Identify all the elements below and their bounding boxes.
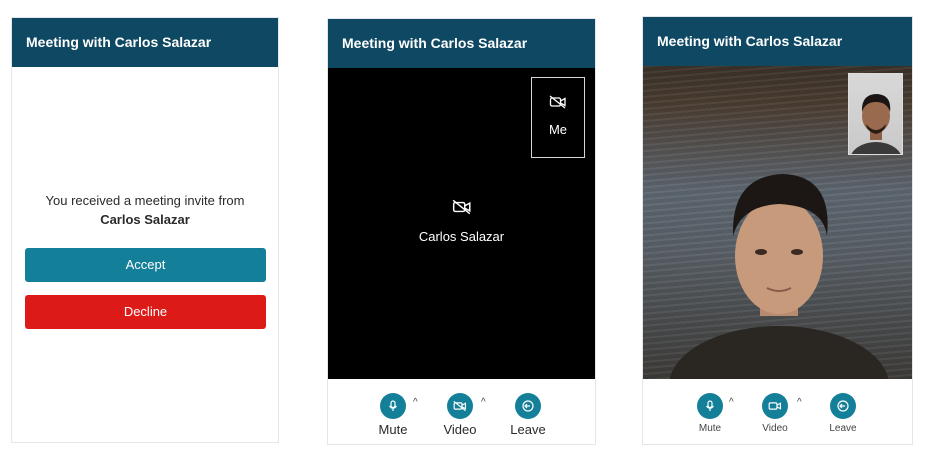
video-off-icon (549, 95, 566, 109)
meeting-title: Meeting with Carlos Salazar (12, 18, 278, 67)
caret-up-icon[interactable]: ^ (413, 397, 418, 408)
video-control[interactable]: Video (754, 393, 796, 434)
video-control[interactable]: Video (438, 393, 482, 437)
self-video-pip (848, 73, 903, 155)
leave-icon[interactable] (830, 393, 856, 419)
mute-label: Mute (378, 422, 408, 437)
caret-up-icon[interactable]: ^ (797, 397, 802, 408)
call-controls: Mute ^ Video ^ Leave (328, 379, 595, 444)
microphone-icon[interactable] (380, 393, 406, 419)
video-off-icon[interactable] (447, 393, 473, 419)
microphone-icon[interactable] (697, 393, 723, 419)
video-label: Video (762, 423, 788, 434)
leave-label: Leave (510, 422, 546, 437)
invite-screen: Meeting with Carlos Salazar You received… (11, 17, 279, 443)
video-off-icon (452, 199, 470, 215)
accept-button[interactable]: Accept (25, 248, 266, 282)
call-controls: Mute ^ Video ^ Leave (643, 379, 912, 444)
meeting-title: Meeting with Carlos Salazar (328, 19, 595, 68)
caret-up-icon[interactable]: ^ (481, 397, 486, 408)
mute-control[interactable]: Mute (690, 393, 730, 434)
call-screen-video-off: Meeting with Carlos Salazar Me Carlos Sa… (327, 18, 596, 445)
video-label: Video (443, 422, 477, 437)
self-video-feed (851, 94, 901, 154)
call-screen-video-on: Meeting with Carlos Salazar Mute ^ Video… (642, 16, 913, 445)
invite-message: You received a meeting invite from Carlo… (12, 191, 278, 229)
mute-control[interactable]: Mute (373, 393, 413, 437)
self-video-tile: Me (531, 77, 585, 158)
decline-button[interactable]: Decline (25, 295, 266, 329)
remote-video-tile: Carlos Salazar (328, 199, 595, 244)
meeting-title: Meeting with Carlos Salazar (643, 17, 912, 66)
video-stage: Me Carlos Salazar (328, 68, 595, 380)
leave-control[interactable]: Leave (822, 393, 864, 434)
leave-control[interactable]: Leave (506, 393, 550, 437)
mute-label: Mute (698, 423, 722, 434)
caller-name: Carlos Salazar (100, 212, 190, 227)
invite-text: You received a meeting invite from (45, 193, 245, 208)
remote-name: Carlos Salazar (418, 229, 505, 244)
leave-icon[interactable] (515, 393, 541, 419)
remote-video-feed (643, 66, 912, 379)
caret-up-icon[interactable]: ^ (729, 397, 734, 408)
leave-label: Leave (829, 423, 857, 434)
self-label: Me (548, 122, 568, 137)
video-camera-icon[interactable] (762, 393, 788, 419)
